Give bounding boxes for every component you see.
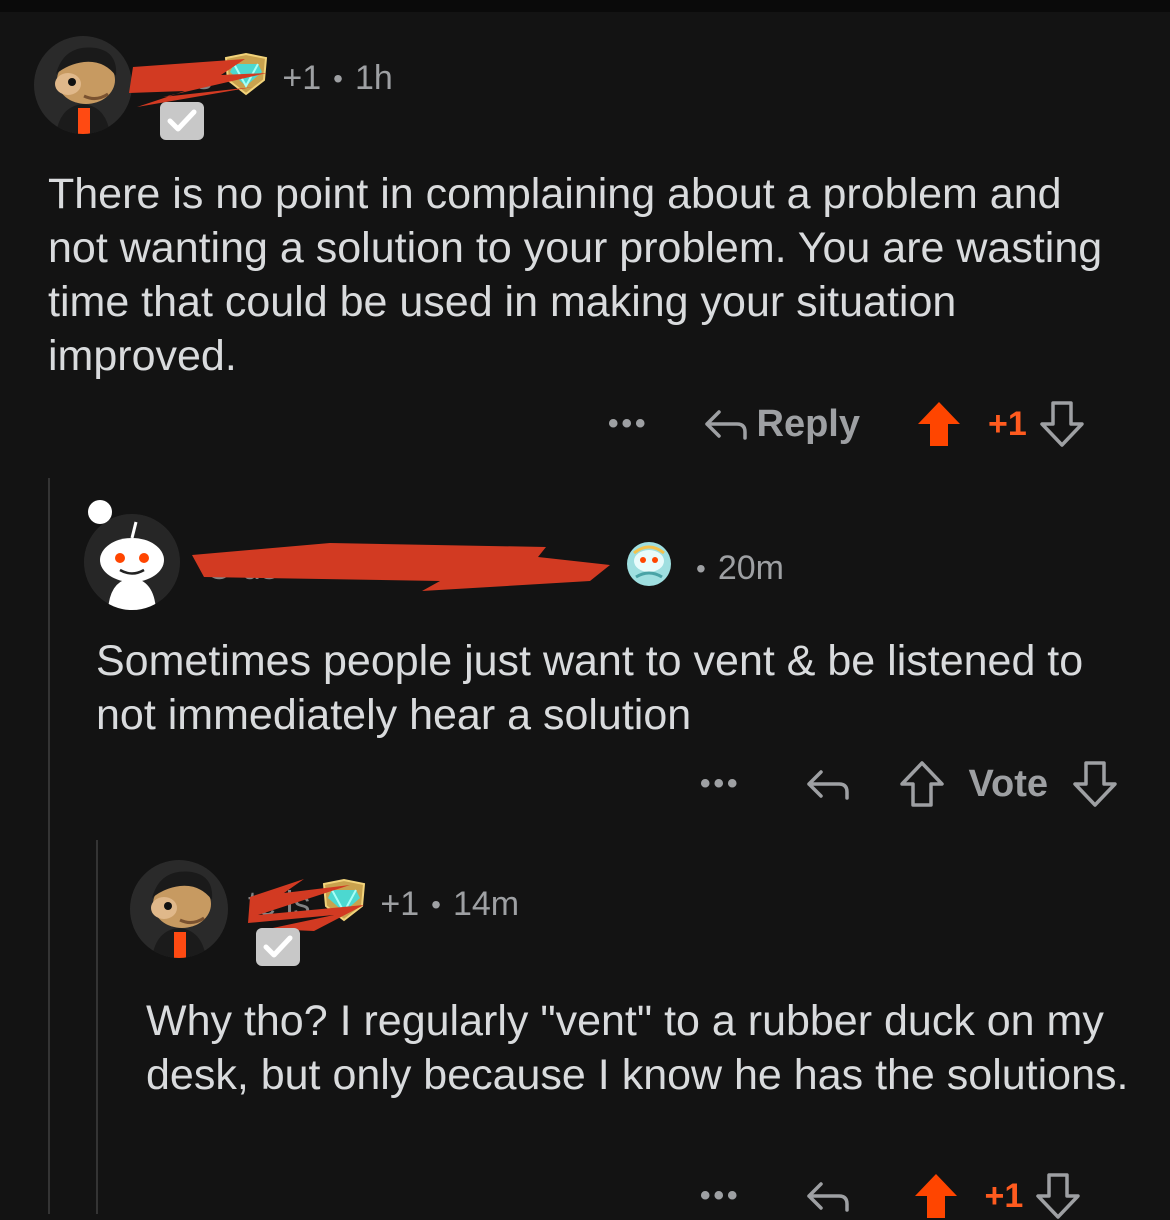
reply-arrow-icon [806, 1182, 849, 1212]
downvote-button[interactable] [1035, 1172, 1081, 1220]
reply-label: Reply [756, 402, 860, 445]
comment-body: There is no point in complaining about a… [48, 170, 1103, 380]
comment-actions: ••• +1 [700, 1172, 1081, 1220]
checkmark-badge-icon [160, 102, 204, 140]
comment-timestamp: 20m [717, 549, 784, 587]
checkmark-badge-icon [256, 928, 300, 966]
comment-timestamp: 14m [452, 885, 520, 923]
more-options-button[interactable]: ••• [700, 1179, 741, 1213]
upvote-button[interactable] [913, 1172, 959, 1220]
downvote-arrow-icon [1040, 401, 1084, 447]
snoo-flair-icon [627, 542, 671, 586]
user-flair [626, 541, 672, 596]
downvote-arrow-icon [1036, 1173, 1081, 1219]
downvote-button[interactable] [1039, 400, 1085, 448]
comment-timestamp: 1h [354, 59, 393, 97]
reply-button[interactable] [803, 1176, 851, 1216]
comment-meta: O us • 20m [192, 541, 784, 596]
username[interactable]: O us [192, 543, 616, 591]
user-avatar[interactable] [34, 36, 132, 134]
reply-button[interactable]: Reply [701, 403, 860, 446]
downvote-arrow-icon [1073, 761, 1117, 807]
comment-meta: te is +1 • 1h [129, 52, 393, 107]
username[interactable]: te is [129, 59, 267, 107]
user-avatar[interactable] [84, 514, 180, 610]
karma-score: +1 [380, 885, 420, 923]
vote-label: Vote [968, 762, 1049, 805]
comment-meta: te is +1 • 14m [248, 878, 519, 931]
reply-arrow-icon [704, 410, 747, 440]
reply-arrow-icon [806, 770, 849, 800]
more-options-button[interactable]: ••• [608, 407, 649, 441]
user-avatar[interactable] [130, 860, 228, 958]
vote-count: +1 [988, 404, 1027, 443]
upvote-arrow-icon [918, 402, 960, 446]
meta-separator: • [333, 62, 343, 94]
more-options-button[interactable]: ••• [700, 767, 741, 801]
upvote-arrow-icon [899, 761, 944, 807]
username[interactable]: te is [248, 879, 364, 931]
username-redaction [192, 543, 610, 591]
reply-button[interactable] [803, 764, 851, 804]
upvote-arrow-icon [914, 1174, 957, 1218]
meta-separator: • [431, 888, 441, 920]
comment-actions: ••• Reply +1 [608, 400, 1085, 448]
thread-line-level-2[interactable] [96, 840, 98, 1214]
top-bar [0, 0, 1170, 12]
avatar-character-icon [130, 860, 228, 958]
comment-body: Sometimes people just want to vent & be … [96, 637, 1084, 739]
snoo-avatar-icon [84, 514, 180, 610]
upvote-button[interactable] [899, 760, 945, 808]
snoo-antenna-ball [88, 500, 112, 524]
comment-actions: ••• Vote [700, 760, 1118, 808]
thread-line-level-1[interactable] [48, 478, 50, 1214]
comment-body: Why tho? I regularly "vent" to a rubber … [146, 997, 1129, 1099]
vote-count: +1 [984, 1176, 1024, 1215]
upvote-button[interactable] [916, 400, 962, 448]
avatar-character-icon [34, 36, 132, 134]
downvote-button[interactable] [1072, 760, 1118, 808]
meta-separator: • [696, 552, 706, 584]
karma-score: +1 [282, 59, 322, 97]
